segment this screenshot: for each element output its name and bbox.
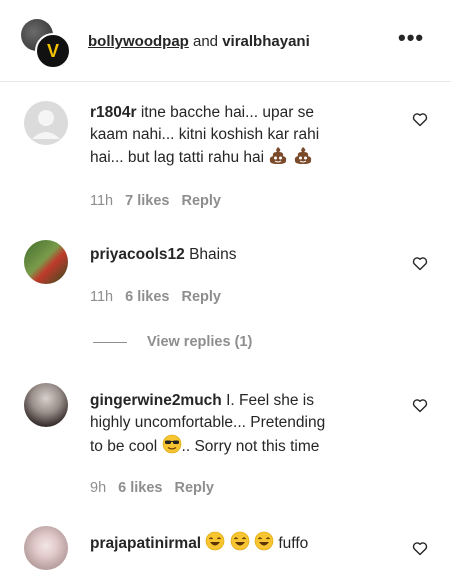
reply-button[interactable]: Reply <box>181 193 221 209</box>
comment-body: prajapatinirmal fuffo <box>90 531 390 555</box>
default-avatar-icon <box>24 101 68 145</box>
comment-body: priyacools12 Bhains <box>90 244 390 266</box>
avatar-viralbhayani[interactable]: V <box>35 33 71 69</box>
comment-likes[interactable]: 6 likes <box>125 289 169 305</box>
laughing-emoji-icon <box>254 531 274 551</box>
comment-text-line1: Bhains <box>189 246 237 263</box>
like-heart-icon[interactable] <box>412 541 428 556</box>
comment-time: 11h <box>90 289 114 305</box>
comment-username[interactable]: r1804r <box>90 104 137 121</box>
sunglasses-emoji-icon <box>162 434 181 454</box>
comment-text-line1: I. Feel she is <box>226 392 314 409</box>
comment-username[interactable]: gingerwine2much <box>90 392 222 409</box>
more-options-icon[interactable]: ••• <box>398 27 424 49</box>
avatar-default[interactable] <box>24 101 68 145</box>
post-header: V bollywoodpap and viralbhayani ••• <box>0 0 451 82</box>
comment-time: 11h <box>90 193 114 209</box>
comment-likes[interactable]: 7 likes <box>125 193 169 209</box>
poo-emoji-icon <box>270 147 287 164</box>
comment-username[interactable]: priyacools12 <box>90 246 185 263</box>
avatar-priyacools12[interactable] <box>24 240 68 284</box>
view-replies-label: View replies (1) <box>147 334 253 350</box>
comment-body: gingerwine2much I. Feel she is highly un… <box>90 390 390 458</box>
like-heart-icon[interactable] <box>412 112 428 127</box>
like-heart-icon[interactable] <box>412 256 428 271</box>
comment-text-line3: hai... but lag tatti rahu hai <box>90 149 265 166</box>
comment-text-line2: kaam nahi... kitni koshish kar rahi <box>90 126 320 143</box>
author-link-viralbhayani[interactable]: viralbhayani <box>222 33 310 50</box>
comment-body: r1804r itne bacche hai... upar se kaam n… <box>90 102 390 169</box>
comment-time: 9h <box>90 480 107 496</box>
authors-conjunction: and <box>188 33 223 50</box>
comment-meta: 11h 7 likes Reply <box>90 193 221 209</box>
comment-text-line3-end: .. Sorry not this time <box>181 438 320 455</box>
poo-emoji-icon <box>294 147 311 164</box>
collab-avatars[interactable]: V <box>21 19 71 69</box>
like-heart-icon[interactable] <box>412 398 428 413</box>
laughing-emoji-icon <box>206 531 225 551</box>
laughing-emoji-icon <box>230 531 250 551</box>
comment-meta: 9h 6 likes Reply <box>90 480 214 496</box>
view-replies-button[interactable]: View replies (1) <box>93 334 252 350</box>
post-authors: bollywoodpap and viralbhayani <box>88 33 310 50</box>
comment-meta: 11h 6 likes Reply <box>90 289 221 305</box>
viralbhayani-logo: V <box>46 40 59 61</box>
avatar-gingerwine2much[interactable] <box>24 383 68 427</box>
comment-text-line1: fuffo <box>278 535 309 552</box>
reply-button[interactable]: Reply <box>181 289 221 305</box>
comment-text-line1: itne bacche hai... upar se <box>140 104 315 121</box>
comment-text-line3: to be cool <box>90 438 158 455</box>
reply-button[interactable]: Reply <box>174 480 214 496</box>
comment-username[interactable]: prajapatinirmal <box>90 535 201 552</box>
comment-likes[interactable]: 6 likes <box>118 480 162 496</box>
author-link-bollywoodpap[interactable]: bollywoodpap <box>88 33 189 50</box>
comment-text-line2: highly uncomfortable... Pretending <box>90 414 326 431</box>
replies-divider-line <box>93 341 127 343</box>
avatar-prajapatinirmal[interactable] <box>24 526 68 570</box>
